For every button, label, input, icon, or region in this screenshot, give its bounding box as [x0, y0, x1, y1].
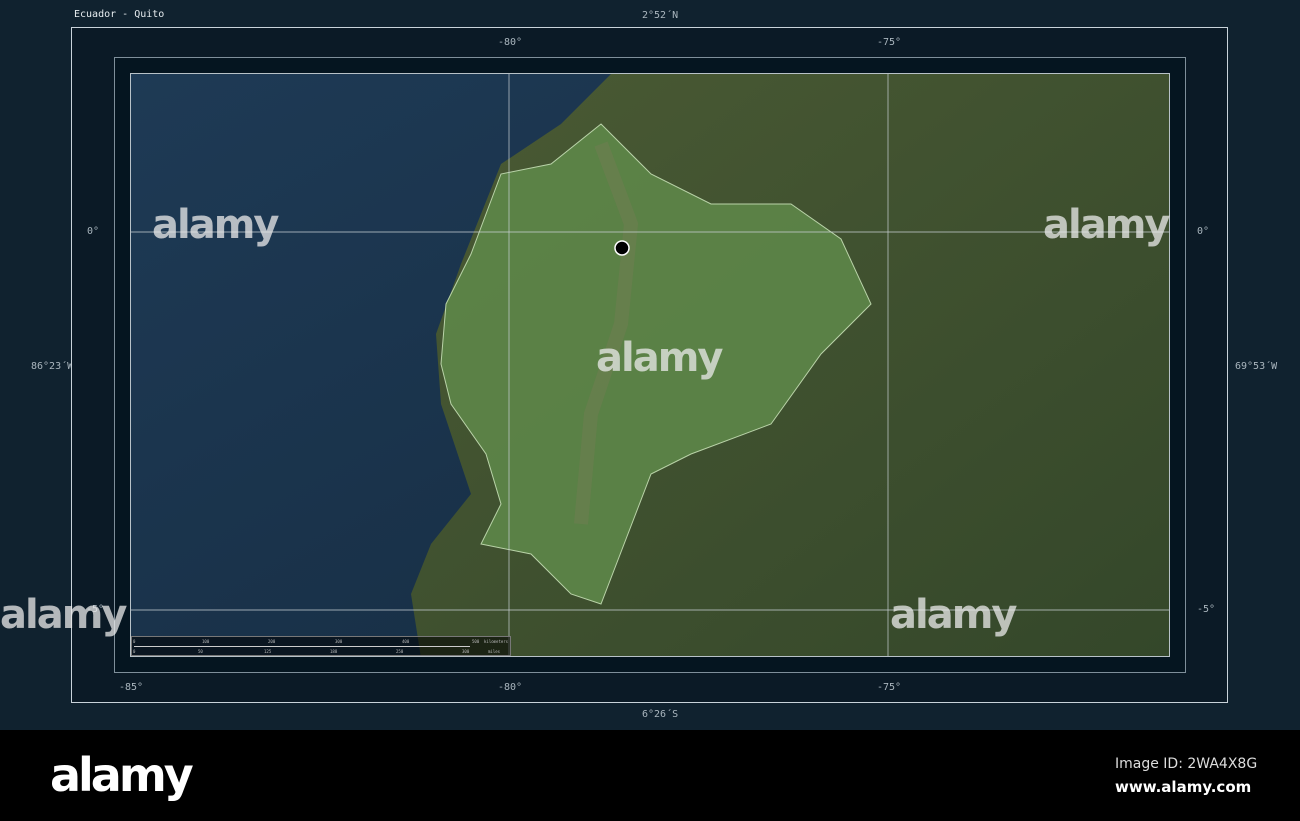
scale-mi-tick: 250 — [396, 649, 404, 654]
footer-url[interactable]: www.alamy.com — [1115, 778, 1251, 796]
map-title: Ecuador - Quito — [74, 9, 165, 20]
scale-bar: 0 100 200 300 400 500 kilometers 0 50 12… — [131, 636, 511, 656]
scale-km-tick: 100 — [202, 639, 210, 644]
scale-mi-tick: 125 — [264, 649, 272, 654]
lon-tick-bottom: -85° — [119, 682, 144, 693]
lat-tick-left: 0° — [87, 226, 100, 237]
watermark: alamy — [0, 592, 127, 638]
map-panel: Ecuador - Quito 2°52´N 6°26´S 86°23´W 69… — [0, 0, 1300, 730]
scale-km-tick: 500 — [472, 639, 480, 644]
north-bound-label: 2°52´N — [642, 10, 679, 21]
scale-km-tick: 200 — [268, 639, 276, 644]
lon-tick-top: -80° — [498, 37, 523, 48]
watermark: alamy — [596, 335, 723, 381]
scale-mi-tick: 0 — [133, 649, 136, 654]
image-id: Image ID: 2WA4X8G — [1115, 756, 1258, 772]
scale-km-unit: kilometers — [484, 639, 509, 644]
lat-tick-right: -5° — [1197, 604, 1216, 615]
scale-mi-tick: 50 — [198, 649, 203, 654]
scale-line — [134, 646, 470, 647]
scale-mi-tick: 300 — [462, 649, 470, 654]
east-bound-label: 69°53´W — [1235, 361, 1278, 372]
footer-logo: alamy — [50, 748, 194, 802]
watermark: alamy — [152, 202, 279, 248]
scale-km-tick: 300 — [335, 639, 343, 644]
lat-tick-right: 0° — [1197, 226, 1210, 237]
watermark: alamy — [1043, 202, 1170, 248]
south-bound-label: 6°26´S — [642, 709, 679, 720]
lon-tick-bottom: -75° — [877, 682, 902, 693]
scale-km-tick: 400 — [402, 639, 410, 644]
watermark: alamy — [890, 592, 1017, 638]
lon-tick-top: -75° — [877, 37, 902, 48]
scale-km-tick: 0 — [133, 639, 136, 644]
west-bound-label: 86°23´W — [31, 361, 74, 372]
scale-mi-unit: miles — [488, 649, 501, 654]
quito-marker-icon[interactable] — [614, 240, 630, 256]
lon-tick-bottom: -80° — [498, 682, 523, 693]
scale-mi-tick: 188 — [330, 649, 338, 654]
